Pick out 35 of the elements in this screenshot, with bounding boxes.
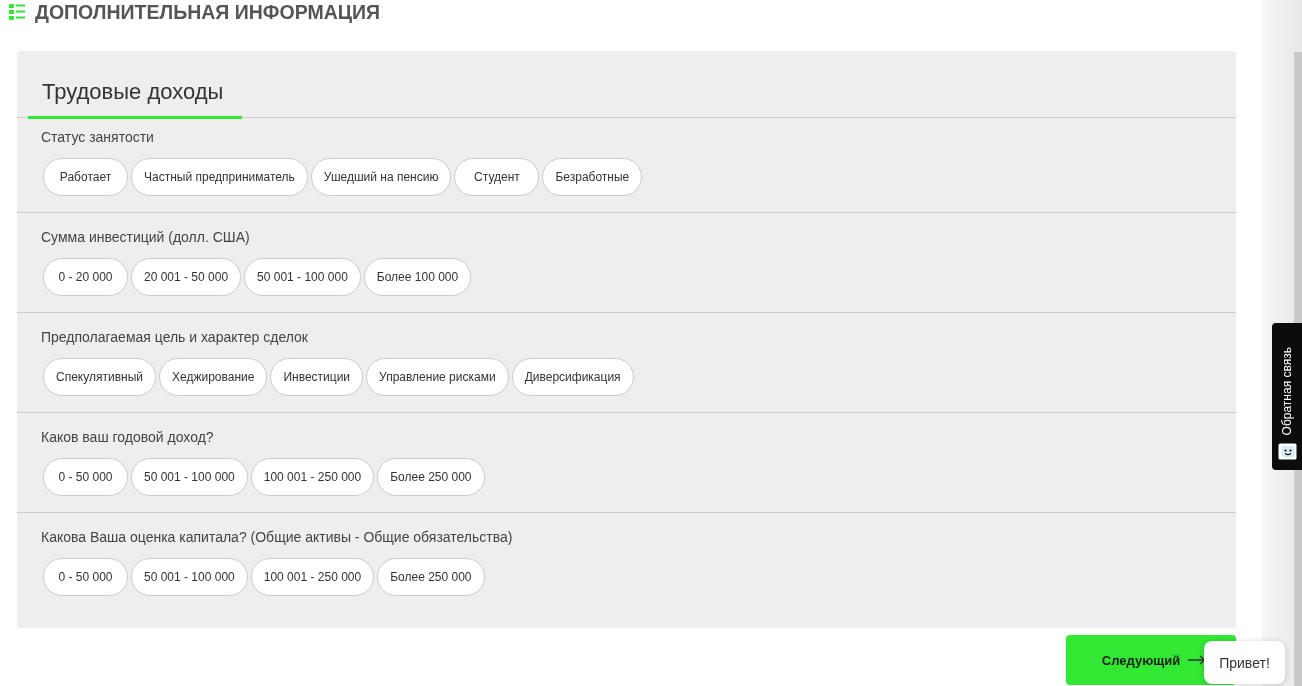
option-button[interactable]: 20 001 - 50 000	[131, 258, 242, 296]
option-button[interactable]: Более 250 000	[377, 458, 485, 496]
option-button[interactable]: 0 - 50 000	[43, 558, 128, 596]
option-button[interactable]: Диверсификация	[511, 358, 634, 396]
option-button[interactable]: Частный предприниматель	[131, 158, 308, 196]
option-button[interactable]: 0 - 50 000	[43, 458, 128, 496]
chat-bubble[interactable]: Привет!	[1204, 641, 1285, 684]
arrow-right-icon	[1188, 655, 1207, 665]
list-icon	[9, 4, 25, 20]
option-button[interactable]: 50 001 - 100 000	[244, 258, 361, 296]
option-button[interactable]: 100 001 - 250 000	[250, 558, 375, 596]
option-button[interactable]: Управление рисками	[366, 358, 509, 396]
feedback-label: Обратная связь	[1280, 346, 1294, 435]
question-label: Каков ваш годовой доход?	[41, 428, 215, 447]
option-button[interactable]: 50 001 - 100 000	[131, 558, 248, 596]
option-button[interactable]: 100 001 - 250 000	[250, 458, 375, 496]
option-button[interactable]: Более 100 000	[363, 258, 472, 296]
option-button[interactable]: Более 250 000	[377, 558, 485, 596]
option-button[interactable]: Хеджирование	[159, 358, 268, 396]
option-button[interactable]: Спекулятивный	[43, 358, 156, 396]
option-button[interactable]: Работает	[43, 158, 128, 196]
option-button[interactable]: Безработные	[542, 158, 643, 196]
option-button[interactable]: Ушедший на пенсию	[310, 158, 452, 196]
question-label: Статус занятости	[41, 128, 155, 147]
section-title: ДОПОЛНИТЕЛЬНАЯ ИНФОРМАЦИЯ	[35, 0, 380, 24]
option-button[interactable]: 0 - 20 000	[43, 258, 128, 296]
question-label: Предполагаемая цель и характер сделок	[41, 328, 309, 347]
feedback-tab[interactable]: Обратная связь	[1272, 323, 1302, 470]
option-button[interactable]: Инвестиции	[270, 358, 364, 396]
option-button[interactable]: Студент	[454, 158, 540, 196]
question-label: Сумма инвестиций (долл. США)	[41, 228, 251, 247]
smiley-icon	[1277, 443, 1297, 460]
tab[interactable]: Трудовые доходы	[28, 79, 242, 119]
option-button[interactable]: 50 001 - 100 000	[131, 458, 248, 496]
question-label: Какова Ваша оценка капитала? (Общие активы - Общие обязательства)	[41, 528, 514, 547]
